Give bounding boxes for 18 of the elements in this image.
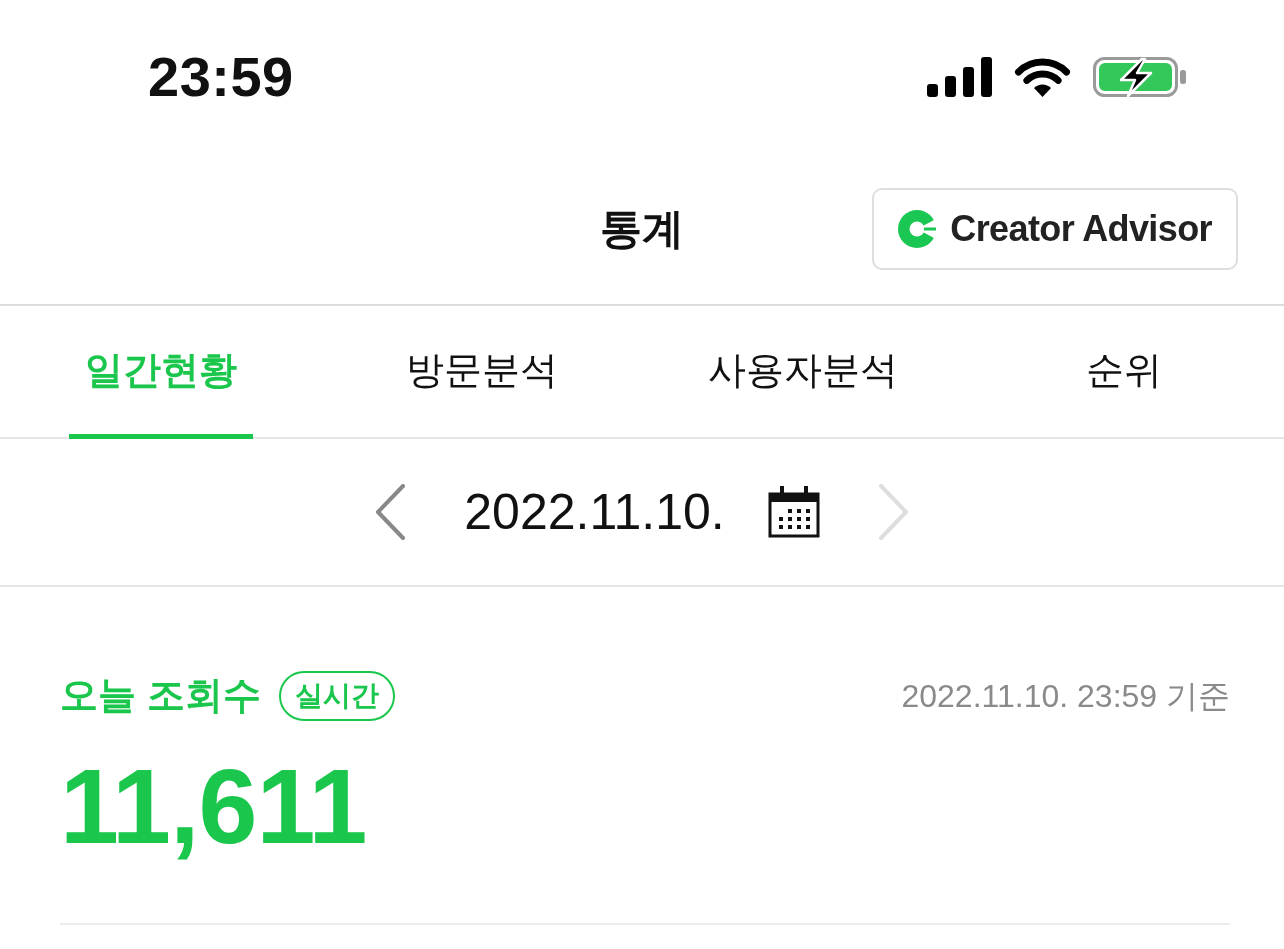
tab[interactable]: 사용자분석 <box>691 306 914 439</box>
signal-bars-icon <box>927 57 992 97</box>
section-title: 오늘 조회수 <box>60 673 261 719</box>
previous-day-button[interactable] <box>375 484 407 540</box>
tab[interactable]: 순위 <box>1069 306 1178 439</box>
chevron-left-icon <box>375 484 407 540</box>
calendar-icon[interactable] <box>767 486 820 538</box>
as-of-timestamp: 2022.11.10. 23:59 기준 <box>901 677 1230 716</box>
view-count: 11,611 <box>60 753 367 859</box>
creator-advisor-button[interactable]: Creator Advisor <box>872 188 1238 270</box>
tab[interactable]: 방문분석 <box>389 306 574 439</box>
page-title: 통계 <box>600 203 684 254</box>
c-logo-icon <box>898 210 937 248</box>
status-time: 23:59 <box>148 49 294 105</box>
chevron-right-icon <box>877 484 909 540</box>
selected-date: 2022.11.10. <box>464 487 725 537</box>
realtime-badge: 실시간 <box>278 671 395 721</box>
wifi-icon <box>1014 56 1071 98</box>
